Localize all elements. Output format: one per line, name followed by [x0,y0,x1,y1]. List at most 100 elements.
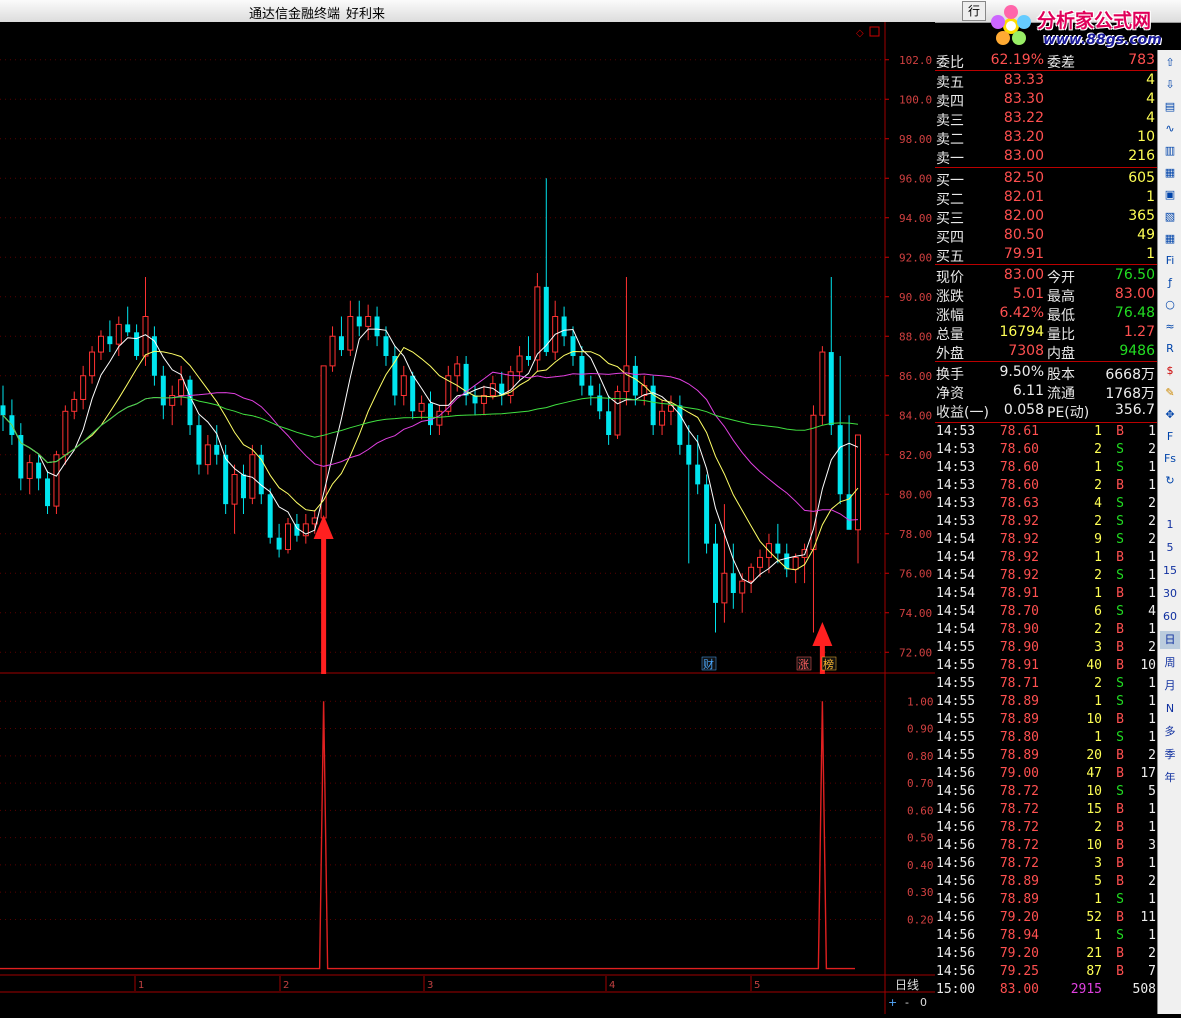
chart-option-icon[interactable]: ◇ [856,28,864,39]
candle-body[interactable] [45,478,51,507]
report-icon[interactable]: ▤ [1160,98,1180,116]
candle-body[interactable] [659,410,666,426]
candle-body[interactable] [534,286,541,361]
candle-body[interactable] [240,474,246,499]
candle-body[interactable] [579,356,585,386]
quote-menu-button[interactable]: 行 [962,1,986,21]
candle-body[interactable] [677,405,683,445]
period-button[interactable]: 15 [1160,562,1180,580]
candle-body[interactable] [828,352,834,426]
nav-icon[interactable]: ✥ [1160,406,1180,424]
fs-icon[interactable]: Fs [1160,450,1180,468]
bar-icon[interactable]: ▦ [1160,164,1180,182]
grid-icon[interactable]: ▦ [1160,230,1180,248]
candle-body[interactable] [204,444,211,466]
period-button[interactable]: 年 [1160,769,1180,787]
candle-body[interactable] [338,336,344,351]
candle-body[interactable] [36,462,42,479]
period-button[interactable]: 30 [1160,585,1180,603]
rsi-icon[interactable]: R [1160,340,1180,358]
candle-body[interactable] [837,425,843,495]
candle-body[interactable] [107,336,113,345]
f10-icon[interactable]: ▧ [1160,208,1180,226]
kline-chart-svg[interactable]: 102.0 100.0 98.00 96.00 94.00 92.00 90.00 88.00… [0,22,935,1014]
candle-body[interactable] [134,332,140,356]
candle-body[interactable] [115,323,122,345]
candle-body[interactable] [97,335,104,353]
candle-body[interactable] [472,395,478,404]
candle-body[interactable] [428,403,433,426]
candle-body[interactable] [125,324,131,333]
candle-body[interactable] [410,375,416,412]
candle-body[interactable] [258,454,264,495]
candle-body[interactable] [418,402,425,412]
period-button[interactable]: 1 [1160,516,1180,534]
period-button[interactable]: N [1160,700,1180,718]
candle-body[interactable] [713,543,718,603]
dollar-icon[interactable]: $ [1160,362,1180,380]
candle-body[interactable] [178,379,185,397]
fx-icon[interactable]: ƒ [1160,274,1180,292]
candle-body[interactable] [329,335,336,367]
zoom-in-button[interactable]: + [888,996,897,1009]
candle-body[interactable] [231,474,238,505]
candle-body[interactable] [347,316,354,351]
wave-icon[interactable]: ≈ [1160,318,1180,336]
candle-body[interactable] [53,454,60,507]
candle-body[interactable] [561,316,567,337]
candle-body[interactable] [400,375,407,396]
candle-body[interactable] [792,556,799,570]
candle-body[interactable] [214,444,220,455]
candle-body[interactable] [650,385,656,426]
period-button[interactable]: 周 [1160,654,1180,672]
kline-chart[interactable]: 102.0 100.0 98.00 96.00 94.00 92.00 90.00 88.00… [0,22,935,1014]
zoom-out-button[interactable]: - [905,996,909,1009]
candle-body[interactable] [855,434,861,531]
candle-body[interactable] [606,411,612,435]
line-icon[interactable]: ∿ [1160,120,1180,138]
period-label[interactable]: 日线 [895,978,919,992]
candle-body[interactable] [160,375,166,406]
period-button[interactable]: 60 [1160,608,1180,626]
f-icon[interactable]: F [1160,428,1180,446]
candle-body[interactable] [0,405,6,416]
candle-body[interactable] [775,543,781,554]
fiz-icon[interactable]: Fi [1160,252,1180,270]
candle-body[interactable] [436,410,443,426]
candle-body[interactable] [721,572,728,604]
candle-body[interactable] [285,523,291,551]
candle-body[interactable] [365,316,372,327]
period-button[interactable]: 季 [1160,746,1180,764]
refresh-icon[interactable]: ↻ [1160,472,1180,490]
event-cai[interactable]: 财 [703,657,714,671]
candle-body[interactable] [26,462,33,479]
candle-icon[interactable]: ▥ [1160,142,1180,160]
candle-body[interactable] [525,356,531,360]
circle-icon[interactable]: ○ [1160,296,1180,314]
candle-body[interactable] [570,336,576,356]
up-arrow-icon[interactable]: ⇧ [1160,54,1180,72]
info-icon[interactable]: ▣ [1160,186,1180,204]
candle-body[interactable] [62,410,69,456]
pen-icon[interactable]: ✎ [1160,384,1180,402]
candle-body[interactable] [695,464,701,485]
candle-body[interactable] [623,365,630,393]
candle-body[interactable] [276,537,282,550]
candle-body[interactable] [267,494,273,538]
down-arrow-icon[interactable]: ⇩ [1160,76,1180,94]
candle-body[interactable] [588,385,594,396]
candle-body[interactable] [196,425,202,465]
period-button[interactable]: 日 [1160,631,1180,649]
candle-body[interactable] [543,286,549,353]
candle-body[interactable] [71,398,78,412]
candle-body[interactable] [704,484,710,544]
candle-body[interactable] [18,435,24,479]
candle-body[interactable] [356,316,362,327]
candle-body[interactable] [80,375,87,400]
candle-body[interactable] [748,566,755,582]
candle-body[interactable] [454,363,461,377]
candle-body[interactable] [516,355,523,373]
candle-body[interactable] [739,580,746,594]
candle-body[interactable] [819,351,826,416]
candle-body[interactable] [223,454,229,505]
